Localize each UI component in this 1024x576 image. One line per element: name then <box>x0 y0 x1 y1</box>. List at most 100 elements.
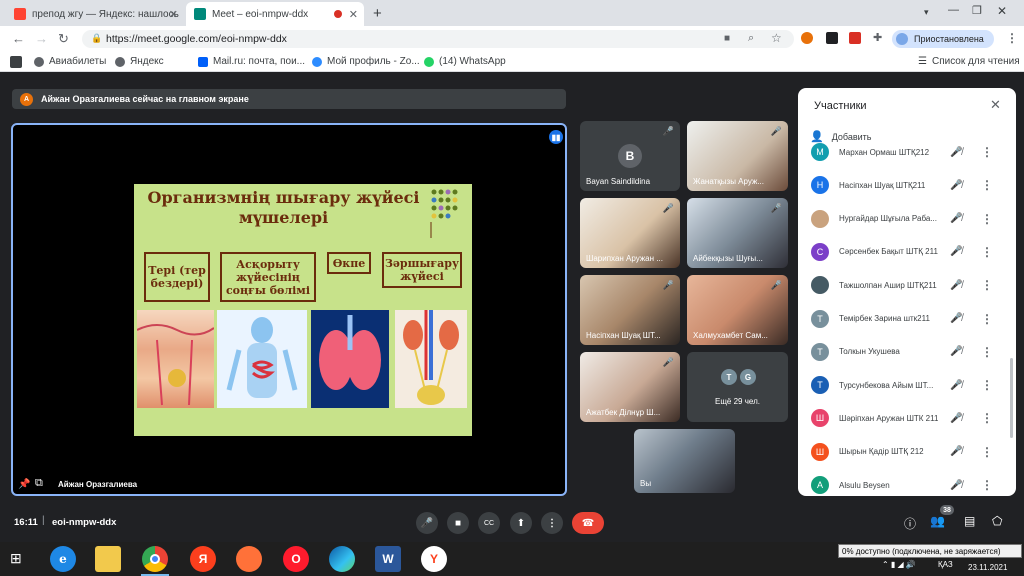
chrome-icon[interactable] <box>142 546 168 572</box>
people-icon[interactable]: 👥 <box>930 514 945 528</box>
more-vert-icon[interactable]: ⋮ <box>981 178 993 192</box>
close-icon[interactable]: ✕ <box>169 8 178 21</box>
back-icon[interactable]: ← <box>12 31 25 46</box>
yandex-icon[interactable]: Y <box>421 546 447 572</box>
participant-row[interactable]: A Alsulu Beysen 🎤̸ ⋮ <box>798 468 1016 496</box>
main-presentation[interactable]: ▮▮ Организмнің шығару жүйесі мүшелері Те… <box>11 123 567 496</box>
bookmark-yandex[interactable]: Яндекс <box>115 56 164 67</box>
mic-button[interactable]: 🎤 <box>416 512 438 534</box>
opera-icon[interactable]: O <box>283 546 309 572</box>
more-vert-icon[interactable]: ⋮ <box>981 278 993 292</box>
mic-off-icon[interactable]: 🎤̸ <box>950 246 962 257</box>
menu-icon[interactable]: ⋮ <box>1006 31 1018 45</box>
tab-meet[interactable]: Meet – eoi-nmpw-ddx ✕ <box>186 2 364 26</box>
pdf-extension-icon[interactable] <box>849 32 861 44</box>
participant-row[interactable]: Т Турсунбекова Айым ШТ... 🎤̸ ⋮ <box>798 368 1016 402</box>
avatar: Н <box>811 176 829 195</box>
scrollbar[interactable] <box>1010 358 1013 438</box>
more-vert-icon[interactable]: ⋮ <box>981 378 993 392</box>
address-bar[interactable]: 🔒 https://meet.google.com/eoi-nmpw-ddx <box>82 30 794 48</box>
apps-icon[interactable] <box>10 56 22 68</box>
window-close-button[interactable]: ✕ <box>997 4 1007 18</box>
more-vert-icon[interactable]: ⋮ <box>981 345 993 359</box>
profile-button[interactable]: Приостановлена <box>892 30 994 48</box>
meeting-details-icon[interactable]: ⓘ <box>904 515 916 532</box>
participant-tile[interactable]: B 🎤 Bayan Saindildina <box>580 121 680 191</box>
tab-yandex-search[interactable]: препод жгу — Яндекс: нашлось ✕ <box>6 2 184 26</box>
word-icon[interactable]: W <box>375 546 401 572</box>
mic-off-icon[interactable]: 🎤̸ <box>950 380 962 391</box>
participant-tile[interactable]: 🎤 Айбекқызы Шуғы... <box>687 198 788 268</box>
bookmark-mailru[interactable]: Mail.ru: почта, пои... <box>198 56 305 67</box>
mic-off-icon[interactable]: 🎤̸ <box>950 280 962 291</box>
more-vert-icon[interactable]: ⋮ <box>981 478 993 492</box>
bookmark-aviabilety[interactable]: Авиабилеты <box>34 56 106 67</box>
camera-button[interactable]: ■ <box>447 512 469 534</box>
internet-explorer-icon[interactable]: e <box>50 546 76 572</box>
camera-icon[interactable]: ■ <box>724 33 730 44</box>
windows-start-icon[interactable]: ⊞ <box>10 550 22 567</box>
file-explorer-icon[interactable] <box>95 546 121 572</box>
edge-icon[interactable] <box>329 546 355 572</box>
minimize-button[interactable]: — <box>948 4 959 16</box>
extension-icon[interactable] <box>826 32 838 44</box>
participant-list[interactable]: М Мархан Ормаш ШТҚ212 🎤̸ ⋮ Н Насіпхан Шуақ ШТ… <box>798 140 1016 496</box>
forward-icon[interactable]: → <box>35 31 48 46</box>
more-options-button[interactable]: ⋮ <box>541 512 563 534</box>
more-vert-icon[interactable]: ⋮ <box>981 245 993 259</box>
bookmark-star-icon[interactable]: ☆ <box>771 31 782 45</box>
mic-off-icon[interactable]: 🎤̸ <box>950 413 962 424</box>
participant-row[interactable]: Т Темірбек Зарина штк211 🎤̸ ⋮ <box>798 302 1016 336</box>
new-tab-button[interactable]: + <box>373 5 382 22</box>
participant-tile[interactable]: 🎤 Жанатқызы Аруж... <box>687 121 788 191</box>
firefox-icon[interactable] <box>236 546 262 572</box>
participant-tile[interactable]: 🎤 Шарипхан Аружан ... <box>580 198 680 268</box>
mic-off-icon[interactable]: 🎤̸ <box>950 480 962 491</box>
tab-search-icon[interactable]: ▾ <box>924 7 929 18</box>
mic-off-icon[interactable]: 🎤̸ <box>950 213 962 224</box>
participant-row[interactable]: Ш Шырын Қадір ШТҚ 212 🎤̸ ⋮ <box>798 435 1016 469</box>
close-icon[interactable]: ✕ <box>349 8 358 21</box>
present-button[interactable]: ⬆ <box>510 512 532 534</box>
reading-list-button[interactable]: ☰ Список для чтения <box>918 56 1020 67</box>
activities-icon[interactable]: ⬠ <box>992 514 1002 528</box>
participant-tile[interactable]: 🎤 Насіпхан Шуақ ШТ... <box>580 275 680 345</box>
participant-row[interactable]: Нургайдар Шұғыла Раба... 🎤̸ ⋮ <box>798 202 1016 236</box>
more-vert-icon[interactable]: ⋮ <box>981 445 993 459</box>
mic-off-icon[interactable]: 🎤̸ <box>950 313 962 324</box>
participant-row[interactable]: Тажшолпан Ашир ШТҚ211 🎤̸ ⋮ <box>798 268 1016 302</box>
more-vert-icon[interactable]: ⋮ <box>981 312 993 326</box>
pin-icon[interactable]: 📌 <box>18 479 30 490</box>
extension-icon[interactable] <box>801 32 813 44</box>
more-participants-tile[interactable]: T G Ещё 29 чел. <box>687 352 788 422</box>
close-icon[interactable]: ✕ <box>990 97 1001 113</box>
captions-button[interactable]: CC <box>478 512 500 534</box>
participant-row[interactable]: С Сәрсенбек Бақыт ШТҚ 211 🎤̸ ⋮ <box>798 235 1016 269</box>
mic-off-icon[interactable]: 🎤̸ <box>950 446 962 457</box>
reload-icon[interactable]: ↻ <box>58 31 69 47</box>
more-vert-icon[interactable]: ⋮ <box>981 212 993 226</box>
participant-tile[interactable]: 🎤 Халмухамбет Сам... <box>687 275 788 345</box>
participant-row[interactable]: Н Насіпхан Шуақ ШТҚ211 🎤̸ ⋮ <box>798 168 1016 202</box>
mic-off-icon[interactable]: 🎤̸ <box>950 346 962 357</box>
zoom-icon[interactable]: ⌕ <box>748 32 754 45</box>
more-vert-icon[interactable]: ⋮ <box>981 411 993 425</box>
participant-row[interactable]: Ш Шәріпхан Аружан ШТК 211 🎤̸ ⋮ <box>798 401 1016 435</box>
leave-call-button[interactable]: ☎ <box>572 512 604 534</box>
tray-icons[interactable]: ⌃ ▮ ◢ 🔊 <box>882 560 916 569</box>
extensions-puzzle-icon[interactable]: ✚ <box>873 31 882 44</box>
chat-icon[interactable]: ▤ <box>964 514 975 528</box>
participant-row[interactable]: М Мархан Ормаш ШТҚ212 🎤̸ ⋮ <box>798 140 1016 169</box>
more-vert-icon[interactable]: ⋮ <box>981 145 993 159</box>
language-indicator[interactable]: ҚАЗ <box>938 560 953 569</box>
participant-tile[interactable]: 🎤 Ажатбек Ділнұр Ш... <box>580 352 680 422</box>
yandex-browser-icon[interactable]: Я <box>190 546 216 572</box>
restore-button[interactable]: ❐ <box>972 4 982 17</box>
clock-date[interactable]: 23.11.2021 <box>968 563 1007 572</box>
bookmark-whatsapp[interactable]: (14) WhatsApp <box>424 56 506 67</box>
self-view-tile[interactable]: Вы <box>634 429 735 493</box>
mic-off-icon[interactable]: 🎤̸ <box>950 180 962 191</box>
bookmark-zoom[interactable]: Мой профиль - Zo... <box>312 56 420 67</box>
participant-row[interactable]: Т Толкын Укушева 🎤̸ ⋮ <box>798 335 1016 369</box>
mic-off-icon[interactable]: 🎤̸ <box>950 147 962 158</box>
